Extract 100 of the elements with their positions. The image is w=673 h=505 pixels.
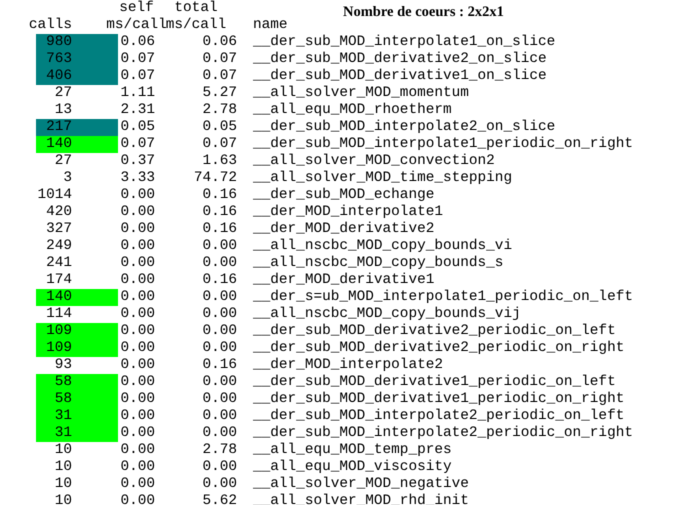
calls-cell: 58 — [36, 374, 118, 391]
table-cell-text: 0.16 — [201, 187, 237, 204]
table-cell-text: 0.07 — [201, 136, 237, 153]
table-cell-text: 0.07 — [119, 51, 155, 68]
calls-cell: 109 — [36, 340, 118, 357]
table-cell-text: 0.00 — [201, 391, 237, 408]
calls-cell: 31 — [36, 408, 118, 425]
table-cell-text: 0.00 — [119, 306, 155, 323]
table-cell-text: 0.07 — [119, 68, 155, 85]
table-cell-text: 0.07 — [201, 68, 237, 85]
function-name: __der_sub_MOD_derivative2_on_slice — [253, 51, 548, 68]
table-cell-text: 0.00 — [119, 391, 155, 408]
function-name: __der_sub_MOD_derivative1_periodic_on_right — [253, 391, 626, 408]
table-cell-text: 0.00 — [119, 255, 155, 272]
function-name: __der_sub_MOD_derivative1_on_slice — [253, 68, 548, 85]
function-name: __der_MOD_derivative2 — [253, 221, 436, 238]
table-cell-text: 3.33 — [119, 170, 155, 187]
function-name: __all_nscbc_MOD_copy_bounds_s — [253, 255, 504, 272]
table-cell-text: 0.00 — [119, 357, 155, 374]
function-name: __der_sub_MOD_derivative1_periodic_on_left — [253, 374, 617, 391]
table-cell-text: 0.05 — [201, 119, 237, 136]
calls-cell-text: 1014 — [36, 187, 73, 204]
table-cell-text: 0.07 — [201, 51, 237, 68]
table-cell-text: 0.00 — [201, 340, 237, 357]
function-name: __der_sub_MOD_interpolate2_periodic_on_right — [253, 425, 634, 442]
table-cell-text: 0.00 — [119, 340, 155, 357]
table-cell-text: 0.00 — [201, 323, 237, 340]
column-heading: ms/call — [166, 17, 226, 34]
table-cell-text: 0.00 — [119, 442, 155, 459]
calls-cell: 31 — [36, 425, 118, 442]
calls-cell-text: 10 — [54, 476, 73, 493]
column-heading: calls — [28, 17, 72, 34]
table-cell-text: 2.78 — [201, 102, 237, 119]
column-heading: total — [174, 0, 218, 17]
function-name: __der_MOD_interpolate2 — [253, 357, 444, 374]
function-name: __der_s=ub_MOD_interpolate1_periodic_on_left — [253, 289, 634, 306]
column-heading: ms/call — [106, 17, 167, 34]
table-cell-text: 2.78 — [201, 442, 237, 459]
calls-cell-text: 241 — [45, 255, 73, 272]
calls-cell-text: 3 — [62, 170, 73, 187]
table-cell-text: 0.00 — [201, 408, 237, 425]
calls-cell-text: 174 — [45, 272, 73, 289]
table-cell-text: 0.00 — [119, 187, 155, 204]
function-name: __all_solver_MOD_time_stepping — [253, 170, 514, 187]
function-name: __all_equ_MOD_viscosity — [253, 459, 453, 476]
calls-cell: 58 — [36, 391, 118, 408]
function-name: __der_sub_MOD_derivative2_periodic_on_right — [253, 340, 626, 357]
function-name: __all_equ_MOD_rhoetherm — [253, 102, 453, 119]
calls-cell-text: 10 — [54, 493, 73, 505]
function-name: __all_equ_MOD_temp_pres — [253, 442, 453, 459]
column-heading: name — [253, 17, 288, 33]
table-cell-text: 0.00 — [119, 476, 155, 493]
table-cell-text: 0.00 — [119, 272, 155, 289]
table-cell-text: 0.16 — [201, 221, 237, 238]
calls-cell-text: 10 — [54, 442, 73, 459]
table-cell-text: 0.00 — [201, 459, 237, 476]
table-cell-text: 0.00 — [119, 289, 155, 306]
column-heading: self — [119, 0, 154, 17]
table-cell-text: 1.11 — [119, 85, 155, 102]
table-cell-text: 0.00 — [201, 476, 237, 493]
table-cell-text: 74.72 — [192, 170, 237, 187]
function-name: __all_solver_MOD_momentum — [253, 85, 470, 102]
table-cell-text: 0.00 — [201, 289, 237, 306]
calls-cell-text: 420 — [45, 204, 73, 221]
function-name: __der_MOD_interpolate1 — [253, 204, 444, 221]
table-cell-text: 0.00 — [119, 323, 155, 340]
table-cell-text: 0.00 — [201, 255, 237, 272]
table-cell-text: 0.16 — [201, 204, 237, 221]
table-cell-text: 0.00 — [201, 425, 237, 442]
table-cell-text: 5.27 — [201, 85, 237, 102]
calls-cell: 109 — [36, 323, 118, 340]
calls-cell-text: 10 — [54, 459, 73, 476]
calls-cell-text: 27 — [54, 153, 73, 170]
table-cell-text: 0.00 — [119, 493, 155, 505]
table-cell-text: 0.00 — [119, 459, 155, 476]
table-cell-text: 0.00 — [119, 204, 155, 221]
table-cell-text: 1.63 — [201, 153, 237, 170]
calls-cell-text: 327 — [45, 221, 73, 238]
function-name: __all_nscbc_MOD_copy_bounds_vij — [253, 306, 522, 323]
calls-cell: 217 — [36, 119, 118, 136]
table-cell-text: 0.00 — [119, 374, 155, 391]
calls-cell: 763 — [36, 51, 118, 68]
function-name: __der_sub_MOD_interpolate2_periodic_on_left — [253, 408, 626, 425]
calls-cell: 140 — [36, 289, 118, 306]
table-cell-text: 0.00 — [119, 238, 155, 255]
function-name: __der_sub_MOD_derivative2_periodic_on_left — [253, 323, 617, 340]
calls-cell: 140 — [36, 136, 118, 153]
function-name: __der_sub_MOD_interpolate2_on_slice — [253, 119, 556, 136]
table-cell-text: 0.07 — [119, 136, 155, 153]
calls-cell-text: 114 — [45, 306, 73, 323]
table-cell-text: 0.00 — [201, 238, 237, 255]
function-name: __der_sub_MOD_interpolate1_periodic_on_right — [253, 136, 634, 153]
table-cell-text: 0.16 — [201, 357, 237, 374]
function-name: __all_solver_MOD_convection2 — [253, 153, 496, 170]
calls-cell: 406 — [36, 68, 118, 85]
calls-cell-text: 27 — [54, 85, 73, 102]
table-cell-text: 0.00 — [119, 221, 155, 238]
table-cell-text: 5.62 — [201, 493, 237, 505]
table-cell-text: 0.00 — [201, 306, 237, 323]
table-cell-text: 0.00 — [119, 425, 155, 442]
